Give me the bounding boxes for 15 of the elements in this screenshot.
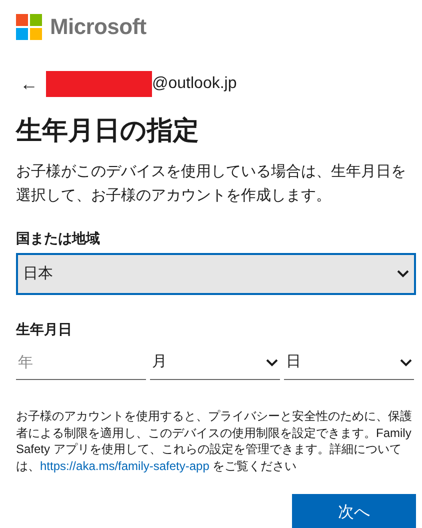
chevron-icon xyxy=(266,358,278,366)
help-link[interactable]: https://aka.ms/family-safety-app xyxy=(40,458,210,472)
field-label: 生年月日 xyxy=(16,320,73,339)
email-text: @outlook.jp xyxy=(152,74,237,94)
notice-text: お子様のアカウントを使用すると、プライバシーと安全性のために、保護者による制限を適用し、このデバイスの使用制限を設定できます。Family Safety アプリを使用して、これらの設定を管理できます。詳細については、https://aka.ms/family-safety-app をご覧ください xyxy=(16,408,413,474)
chevron-icon xyxy=(397,270,409,278)
chevron-icon xyxy=(400,358,412,366)
next-button[interactable]: 次へ xyxy=(292,494,416,528)
description-text: お子様がこのデバイスを使用している場合は、生年月日を選択して、お子様のアカウントを作成します。 xyxy=(16,162,407,206)
page-title: 生年月日の指定 xyxy=(16,114,200,147)
logo-text: Microsoft xyxy=(50,13,146,41)
field-label: 国または地域 xyxy=(16,229,101,248)
logo-icon xyxy=(16,14,42,40)
country-select[interactable]: 日本 xyxy=(16,253,416,295)
back-button[interactable]: ← xyxy=(20,75,38,93)
